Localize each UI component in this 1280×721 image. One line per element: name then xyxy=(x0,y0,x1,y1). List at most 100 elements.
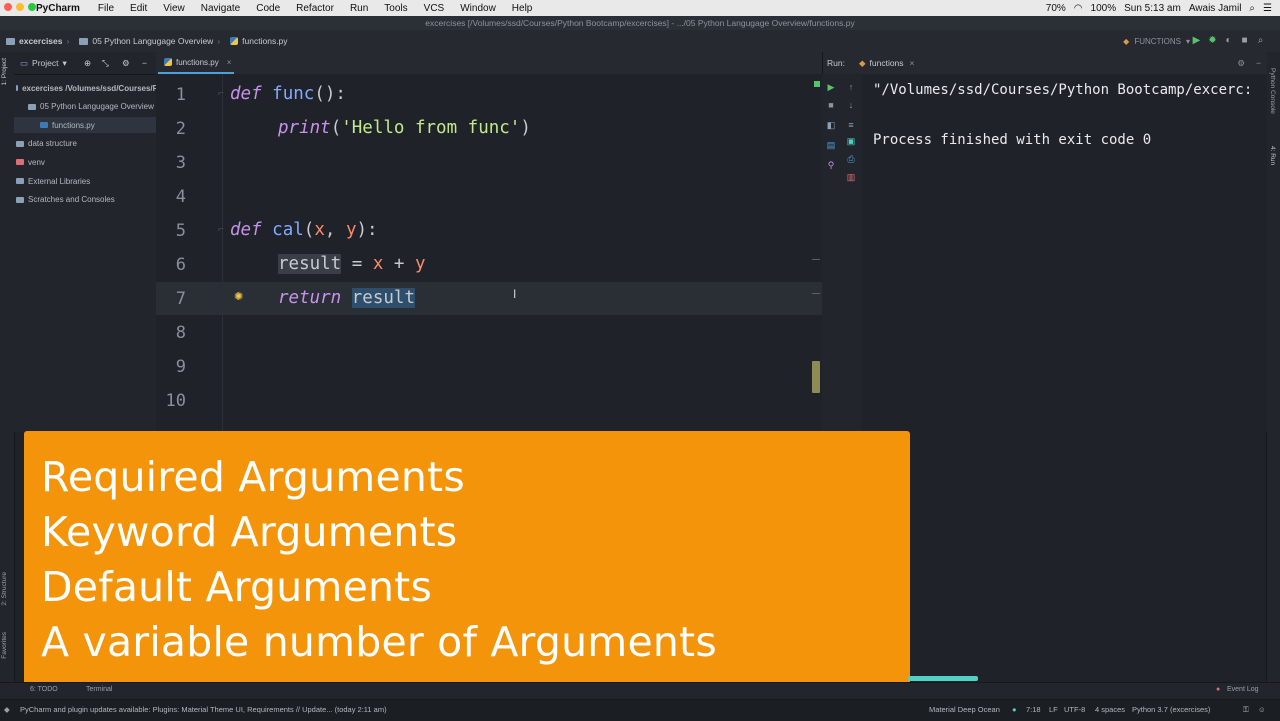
tab-functions-py[interactable]: functions.py × xyxy=(158,52,234,74)
hide-icon[interactable]: − xyxy=(1256,58,1261,68)
breadcrumb-file[interactable]: functions.py xyxy=(230,36,288,46)
menu-bar: PyCharm File Edit View Navigate Code Ref… xyxy=(0,0,1280,16)
scroll-to-end-icon[interactable]: ▣ xyxy=(846,136,856,146)
tool-window-bar: 6: TODO Terminal ● Event Log xyxy=(0,682,1280,700)
user-name[interactable]: Awais Jamil xyxy=(1189,3,1242,14)
rerun-icon[interactable]: ▶ xyxy=(826,82,836,92)
code-operator: + xyxy=(383,254,415,274)
python-config-icon: ◆ xyxy=(858,57,866,68)
overlay-line-variable: A variable number of Arguments xyxy=(41,618,717,666)
breadcrumb-root[interactable]: excercises xyxy=(6,36,63,46)
structure-tool-tab[interactable]: 2: Structure xyxy=(1,572,8,606)
run-tool-tab[interactable]: 4: Run xyxy=(1269,146,1276,165)
close-window-button[interactable] xyxy=(4,3,12,11)
coverage-icon[interactable]: ◐ xyxy=(1223,35,1234,46)
soft-wrap-icon[interactable]: ≡ xyxy=(846,120,856,130)
debug-icon[interactable]: ✹ xyxy=(1207,35,1218,46)
menu-list-icon[interactable]: ☰ xyxy=(1263,3,1272,14)
function-name: func xyxy=(272,84,315,104)
spotlight-icon[interactable]: ⌕ xyxy=(1249,3,1255,14)
battery-full-percent: 100% xyxy=(1090,2,1117,14)
project-tree-item[interactable]: External Libraries xyxy=(14,173,158,189)
run-configuration-select[interactable]: ◆ FUNCTIONS ▾ xyxy=(1123,34,1190,48)
menu-extras: 70% ◠ 100% Sun 5:13 am Awais Jamil ⌕ ☰ xyxy=(1046,0,1272,16)
stop-icon[interactable]: ■ xyxy=(826,100,836,110)
project-tree-item[interactable]: 05 Python Langugage Overview xyxy=(14,99,170,115)
theme-name[interactable]: Material Deep Ocean xyxy=(929,705,1000,714)
trash-icon[interactable]: ▥ xyxy=(846,172,856,182)
pin-icon[interactable]: ⚲ xyxy=(826,160,836,170)
battery-percent: 70% xyxy=(1045,2,1066,14)
project-tool-tab[interactable]: 1: Project xyxy=(1,58,8,85)
code-line-7: return result xyxy=(278,288,415,308)
python-interpreter[interactable]: Python 3.7 (excercises) xyxy=(1132,705,1210,714)
navigation-bar: excercises › 05 Python Langugage Overvie… xyxy=(0,30,1280,53)
breadcrumb-separator: › xyxy=(217,36,221,46)
menu-window[interactable]: Window xyxy=(460,3,496,14)
parameter: y xyxy=(345,220,357,240)
restore-layout-icon[interactable]: ◧ xyxy=(826,120,836,130)
lock-icon[interactable]: ⚿ xyxy=(1243,705,1249,715)
chevron-down-icon[interactable]: ▾ xyxy=(63,58,67,69)
overlay-line-required: Required Arguments xyxy=(41,453,465,501)
code-line-5: def cal(x, y): xyxy=(230,220,378,240)
todo-tool-button[interactable]: 6: TODO xyxy=(30,686,58,693)
gear-icon[interactable]: ⚙ xyxy=(122,58,130,69)
clock[interactable]: Sun 5:13 am xyxy=(1124,3,1181,14)
minimize-window-button[interactable] xyxy=(16,3,24,11)
inspection-ok-icon[interactable] xyxy=(814,81,820,87)
hide-icon[interactable]: − xyxy=(142,58,147,68)
menu-view[interactable]: View xyxy=(163,3,185,14)
line-separator[interactable]: LF xyxy=(1049,705,1058,714)
gear-icon[interactable]: ⚙ xyxy=(1237,58,1245,69)
menu-file[interactable]: File xyxy=(98,3,114,14)
search-everywhere-icon[interactable]: ⌕ xyxy=(1255,35,1266,46)
menu-help[interactable]: Help xyxy=(512,3,533,14)
close-icon[interactable]: × xyxy=(227,58,232,67)
menu-code[interactable]: Code xyxy=(256,3,280,14)
status-message[interactable]: PyCharm and plugin updates available: Pl… xyxy=(20,705,387,714)
project-panel-title[interactable]: Project xyxy=(32,58,58,68)
up-arrow-icon[interactable]: ↑ xyxy=(846,82,856,92)
menu-edit[interactable]: Edit xyxy=(130,3,147,14)
project-tree-item[interactable]: data structure xyxy=(14,136,158,152)
menu-refactor[interactable]: Refactor xyxy=(296,3,334,14)
python-console-tool-tab[interactable]: Python Console xyxy=(1269,68,1276,114)
indent-setting[interactable]: 4 spaces xyxy=(1095,705,1125,714)
folder-icon xyxy=(16,196,24,203)
locate-icon[interactable]: ⊕ xyxy=(84,58,91,69)
menu-navigate[interactable]: Navigate xyxy=(201,3,240,14)
collapse-icon[interactable]: ⤡ xyxy=(102,58,109,69)
zoom-window-button[interactable] xyxy=(28,3,36,11)
stop-icon[interactable]: ■ xyxy=(1239,35,1250,46)
file-encoding[interactable]: UTF-8 xyxy=(1064,705,1085,714)
code-punctuation: , xyxy=(324,220,346,240)
wifi-icon[interactable]: ◠ xyxy=(1074,3,1083,14)
status-toggle-icon[interactable]: ◆ xyxy=(4,705,10,714)
event-log-button[interactable]: Event Log xyxy=(1227,686,1259,693)
project-tree-item[interactable]: venv xyxy=(14,154,158,170)
run-tab-functions[interactable]: functions xyxy=(870,58,904,68)
editor-scrollbar-thumb[interactable] xyxy=(812,361,820,393)
code-operator: = xyxy=(341,254,373,274)
menu-vcs[interactable]: VCS xyxy=(424,3,445,14)
variable-selected: result xyxy=(351,288,415,308)
menu-run[interactable]: Run xyxy=(350,3,368,14)
settings-icon[interactable]: ▤ xyxy=(826,140,836,150)
caret-position[interactable]: 7:18 xyxy=(1026,705,1041,714)
favorites-tool-tab[interactable]: Favorites xyxy=(1,632,8,659)
project-tree-item[interactable]: Scratches and Consoles xyxy=(14,192,158,208)
close-icon[interactable]: × xyxy=(910,58,915,68)
code-area: def func(): print('Hello from func') def… xyxy=(156,74,822,432)
menu-tools[interactable]: Tools xyxy=(384,3,407,14)
breadcrumb-folder[interactable]: 05 Python Langugage Overview xyxy=(79,36,213,46)
scroll-marker xyxy=(812,293,820,294)
terminal-tool-button[interactable]: Terminal xyxy=(86,686,112,693)
down-arrow-icon[interactable]: ↓ xyxy=(846,100,856,110)
app-name[interactable]: PyCharm xyxy=(36,3,80,14)
right-tool-strip: Python Console 4: Run xyxy=(1266,52,1280,700)
print-icon[interactable]: ⎙ xyxy=(846,154,856,164)
project-tree-item[interactable]: excercises /Volumes/ssd/Courses/P xyxy=(14,80,158,96)
inspector-icon[interactable]: ☺ xyxy=(1258,705,1266,714)
run-icon[interactable]: ▶ xyxy=(1191,35,1202,46)
